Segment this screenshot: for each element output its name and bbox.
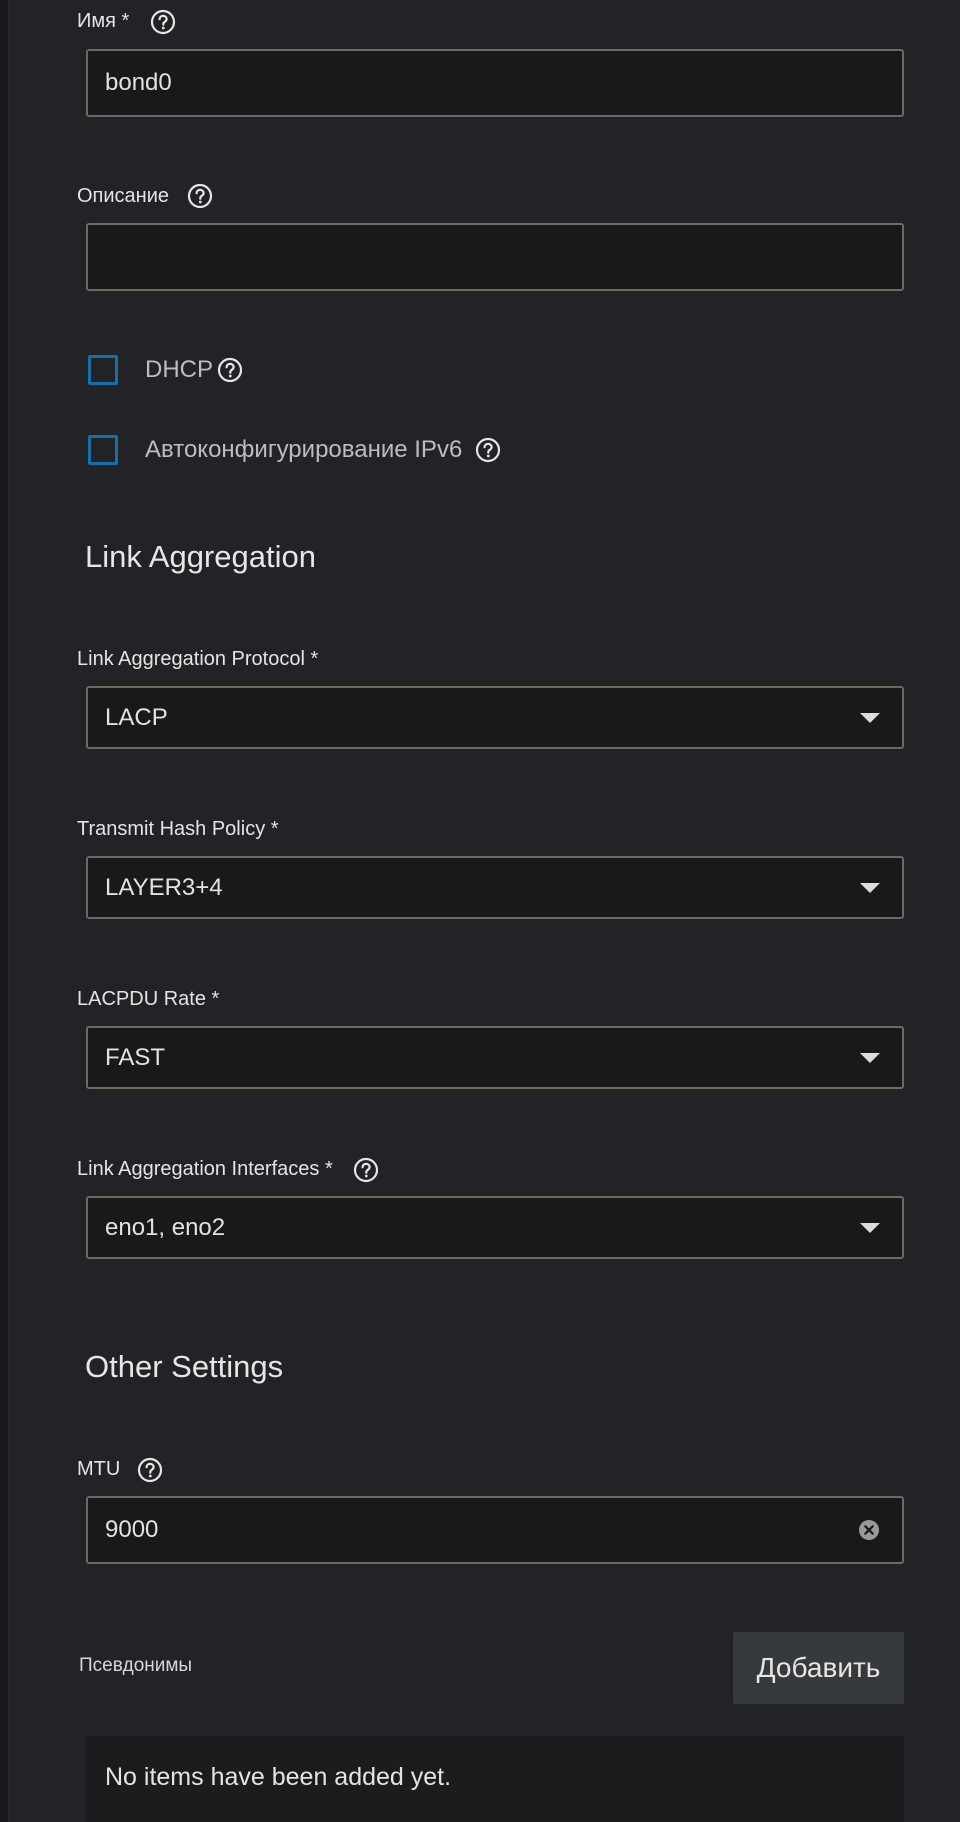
lag-protocol-caret-down-icon [860,712,880,723]
lacpdu-rate-value: FAST [105,1043,166,1071]
add-alias-button[interactable]: Добавить [733,1632,904,1704]
hash-policy-caret-down-icon [860,882,880,893]
mtu-input-value: 9000 [105,1516,159,1543]
lacpdu-rate-caret-down-icon [860,1052,880,1063]
lacpdu-rate-label: LACPDU Rate * [77,988,220,1010]
name-input[interactable]: bond0 [86,49,904,117]
lag-interfaces-help-icon[interactable] [353,1157,379,1183]
lag-protocol-label: Link Aggregation Protocol * [77,648,319,670]
lag-interfaces-caret-down-icon [860,1222,880,1233]
ipv6-autoconfig-help-icon[interactable] [475,437,501,463]
name-help-icon[interactable] [150,9,176,35]
link-aggregation-title: Link Aggregation [85,539,316,574]
lag-interfaces-label: Link Aggregation Interfaces * [77,1158,333,1180]
other-settings-title: Other Settings [85,1349,284,1384]
hash-policy-label: Transmit Hash Policy * [77,818,279,840]
hash-policy-value: LAYER3+4 [105,873,223,901]
description-input[interactable] [86,223,904,291]
mtu-input[interactable]: 9000 [86,1496,904,1564]
description-label: Описание [77,185,170,207]
name-input-value: bond0 [105,69,172,96]
lag-interfaces-value: eno1, eno2 [105,1213,226,1241]
lag-protocol-select[interactable]: LACP [86,686,904,749]
ipv6-autoconfig-label[interactable]: Автоконфигурирование IPv6 [145,436,462,464]
aliases-empty-text: No items have been added yet. [105,1763,452,1792]
ipv6-autoconfig-checkbox[interactable] [88,435,118,465]
form-panel: Имя * bond0 Описание DHCP Автоконфигурир… [9,0,960,1822]
mtu-label: MTU [77,1458,121,1480]
dhcp-checkbox[interactable] [88,355,118,385]
aliases-empty-state: No items have been added yet. [86,1736,904,1822]
dhcp-label[interactable]: DHCP [145,356,213,384]
lag-interfaces-select[interactable]: eno1, eno2 [86,1196,904,1259]
aliases-label: Псевдонимы [79,1655,193,1676]
name-label: Имя * [77,10,130,32]
lag-protocol-value: LACP [105,703,168,731]
lacpdu-rate-select[interactable]: FAST [86,1026,904,1089]
mtu-help-icon[interactable] [137,1457,163,1483]
mtu-clear-icon[interactable] [858,1519,880,1541]
hash-policy-select[interactable]: LAYER3+4 [86,856,904,919]
dhcp-help-icon[interactable] [217,357,243,383]
left-edge-strip [0,0,9,1822]
description-help-icon[interactable] [187,183,213,209]
